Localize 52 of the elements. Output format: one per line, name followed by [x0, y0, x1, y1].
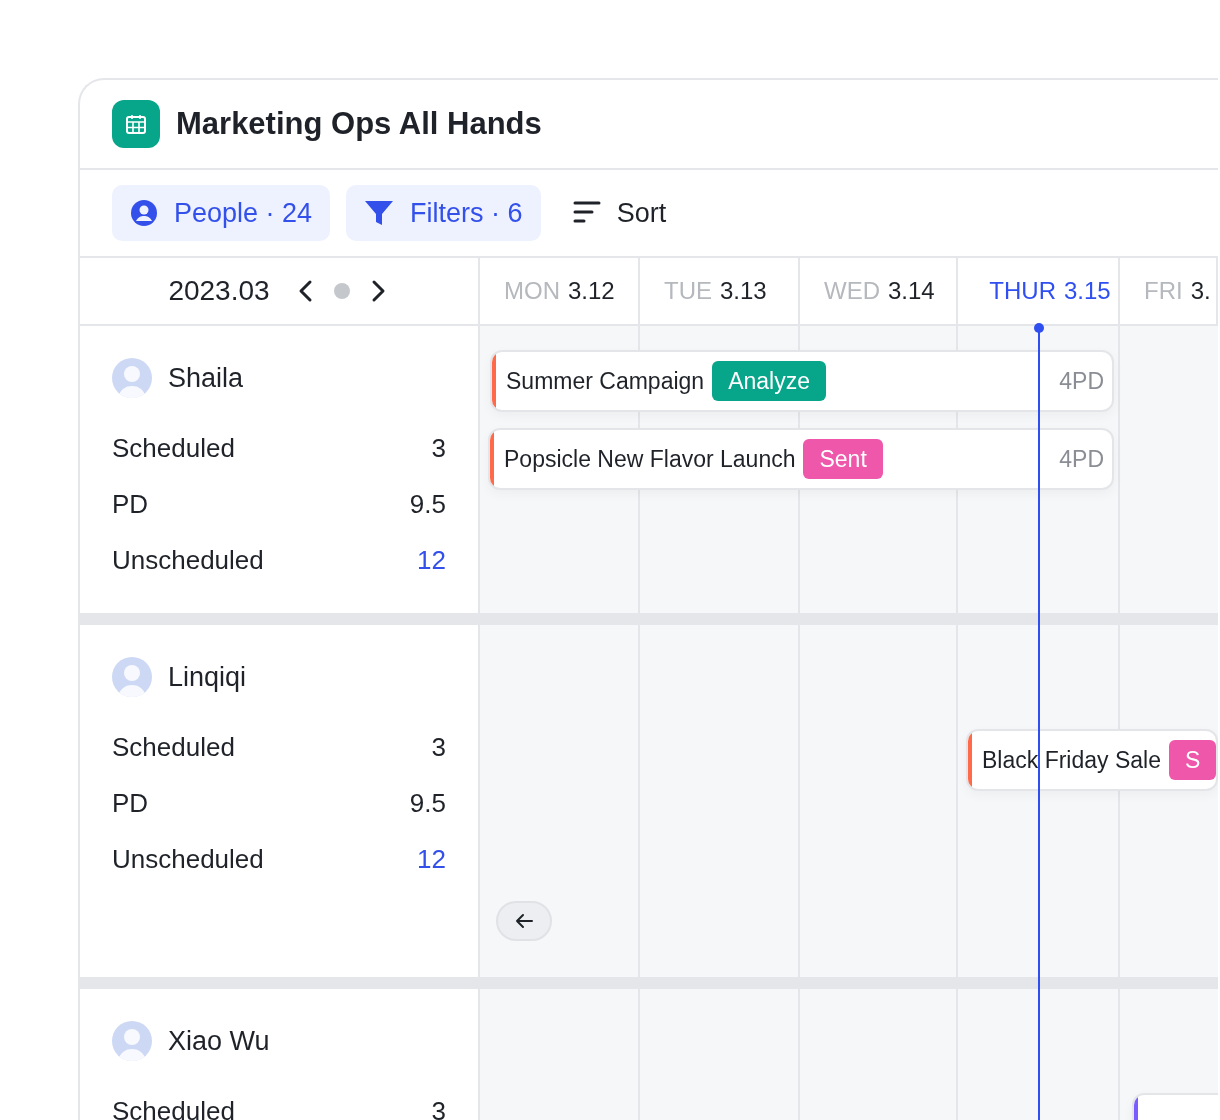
filter-icon [364, 199, 395, 227]
avatar [112, 1021, 152, 1061]
stat-label: Unscheduled [112, 543, 264, 577]
stat-value: 3 [431, 730, 446, 764]
stat-label: PD [112, 487, 149, 521]
weekday-label: WED [824, 276, 880, 306]
person-name: Shaila [168, 361, 244, 395]
weekday-label: THUR [989, 276, 1056, 306]
arrow-left-icon [515, 913, 533, 929]
people-button[interactable]: People · 24 [112, 185, 331, 241]
stat-link[interactable]: 12 [417, 839, 446, 879]
stat-value: 3 [431, 1094, 446, 1120]
event-title: Black Friday Sale [982, 745, 1161, 775]
stat-label: PD [112, 786, 149, 820]
event-title: Popsicle New Flavor Launch [504, 444, 796, 474]
event-card[interactable]: Summer Campaign Analyze 4PD [490, 350, 1114, 412]
duration-label: 4PD [1059, 444, 1104, 474]
weekday-label: TUE [664, 276, 712, 306]
date-label: 3.13 [720, 276, 767, 306]
filter-button[interactable]: Filters · 6 [346, 185, 541, 241]
weekday-label: MON [504, 276, 560, 306]
date-label: 3.12 [568, 276, 615, 306]
user-icon [130, 199, 158, 227]
month-label: 2023.03 [168, 274, 270, 308]
person-name: Linqiqi [168, 660, 247, 694]
date-label: 3.14 [888, 276, 935, 306]
stat-label: Scheduled [112, 1094, 235, 1120]
status-tag: Sent [803, 438, 883, 480]
stat-label: Scheduled [112, 431, 235, 465]
today-dot-button[interactable] [333, 283, 350, 299]
window-title: Marketing Ops All Hands [176, 104, 542, 143]
person-name: Xiao Wu [168, 1024, 270, 1058]
date-label: 3.15 [1063, 276, 1111, 306]
sort-button[interactable]: Sort [556, 185, 683, 241]
event-title: Summer Campaign [506, 366, 705, 396]
avatar [112, 358, 152, 398]
back-button[interactable] [496, 901, 552, 941]
event-card[interactable]: Black Friday Sale S [966, 729, 1218, 791]
date-label: 3. [1190, 276, 1211, 306]
duration-label: 4PD [1059, 366, 1104, 396]
avatar [112, 657, 152, 697]
stat-value: 3 [431, 431, 446, 465]
stat-value: 9.5 [409, 487, 446, 521]
stat-label: Unscheduled [112, 842, 264, 876]
calendar-logo-icon [112, 100, 160, 148]
status-tag: Analyze [712, 360, 826, 402]
stat-link[interactable]: 12 [417, 540, 446, 580]
stat-label: Scheduled [112, 730, 235, 764]
weekday-label: FRI [1144, 276, 1183, 306]
status-tag: S [1168, 739, 1216, 781]
event-card[interactable]: Popsicle New Flavor Launch Sent 4PD [488, 428, 1114, 490]
stat-value: 9.5 [409, 786, 446, 820]
